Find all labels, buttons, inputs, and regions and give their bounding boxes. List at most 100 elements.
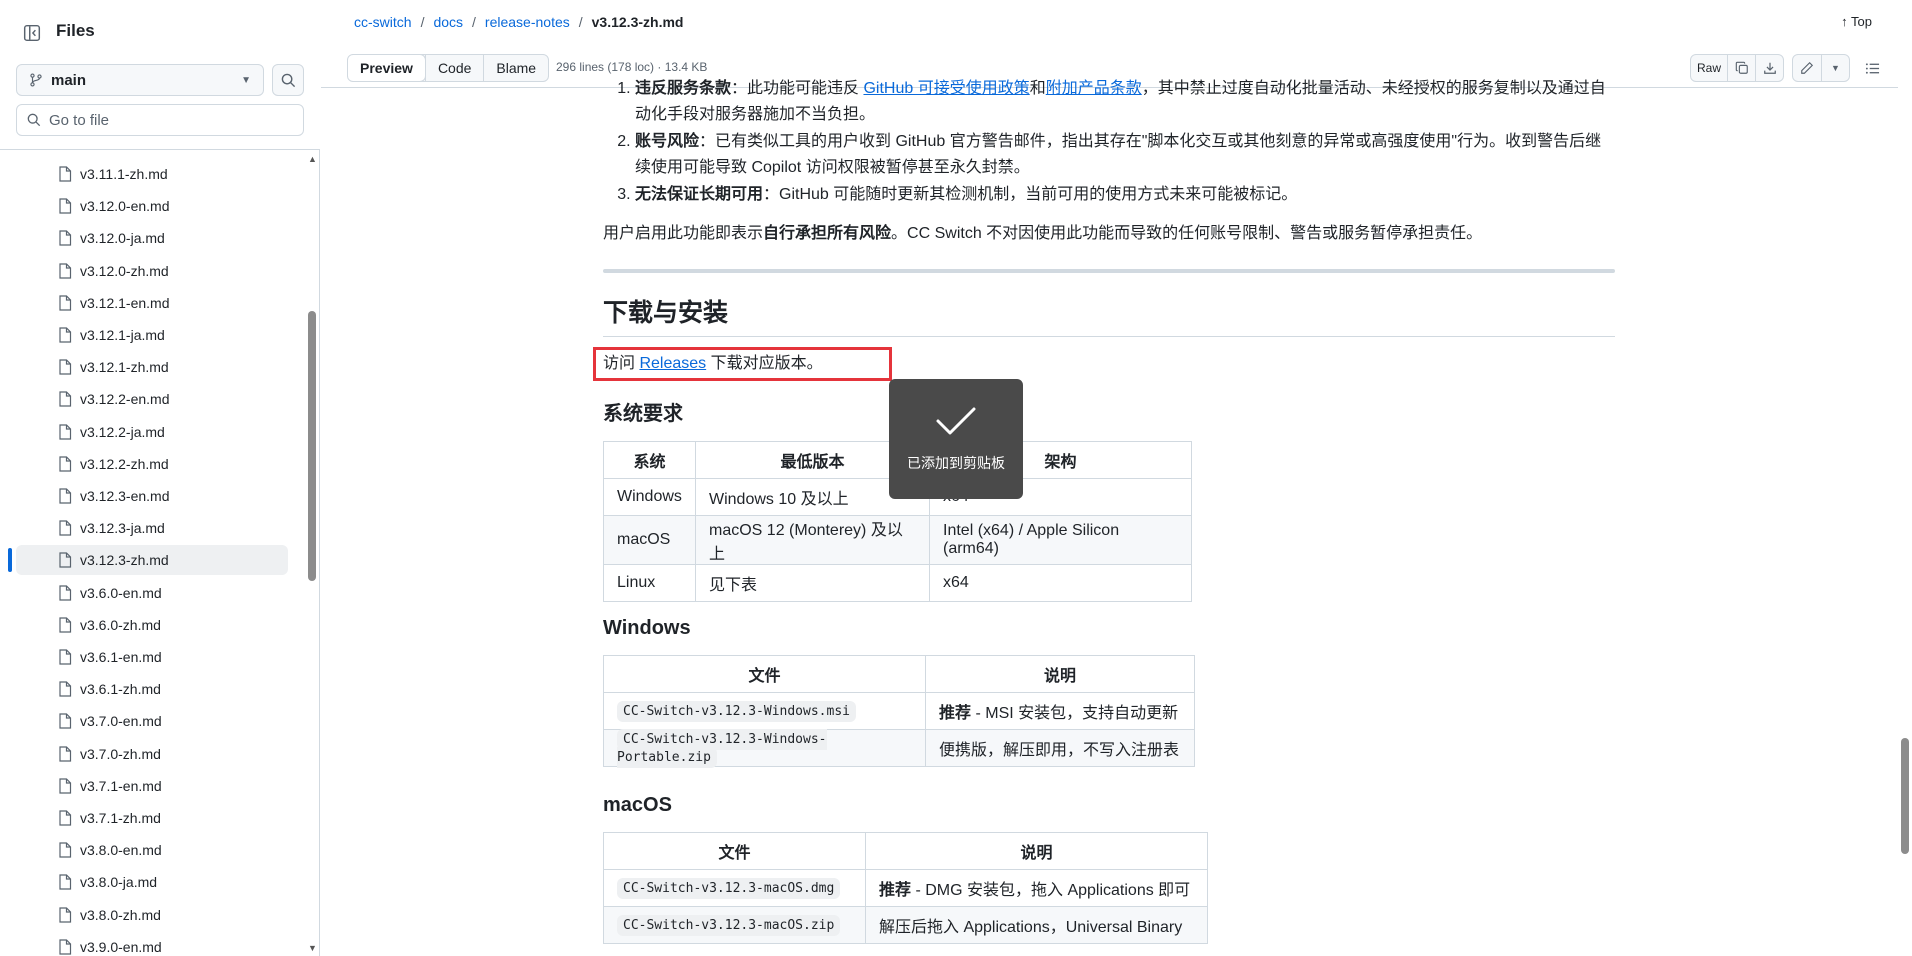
tab-code[interactable]: Code — [424, 55, 483, 81]
file-icon — [59, 939, 72, 955]
list-unordered-icon — [1865, 62, 1879, 74]
view-mode-tabs: Preview Code Blame — [347, 54, 550, 82]
sidebar-file-item[interactable]: v3.6.1-zh.md — [16, 674, 288, 704]
download-raw-button[interactable] — [1755, 55, 1783, 81]
copied-toast: 已添加到剪贴板 — [889, 379, 1023, 499]
sidebar-file-name: v3.7.1-zh.md — [80, 810, 161, 826]
sidebar-file-item[interactable]: v3.7.1-en.md — [16, 771, 288, 801]
sidebar-file-item[interactable]: v3.12.3-en.md — [16, 481, 288, 511]
sidebar-file-item[interactable]: v3.8.0-zh.md — [16, 900, 288, 930]
collapse-sidebar-button[interactable] — [16, 17, 48, 49]
git-branch-icon — [30, 73, 42, 87]
active-file-indicator — [8, 548, 12, 573]
table-header: 说明 — [865, 832, 1208, 870]
sidebar-file-item[interactable]: v3.12.3-ja.md — [16, 513, 288, 543]
table-cell: x64 — [929, 564, 1192, 602]
tab-preview[interactable]: Preview — [348, 55, 426, 81]
table-header: 文件 — [603, 832, 866, 870]
file-icon — [59, 520, 72, 536]
sidebar-file-item[interactable]: v3.12.2-zh.md — [16, 449, 288, 479]
risk-3-text: ：GitHub 可能随时更新其检测机制，当前可用的使用方式未来可能被标记。 — [763, 186, 1298, 203]
table-cell: Linux — [603, 564, 696, 602]
sidebar-file-name: v3.12.1-en.md — [80, 294, 170, 311]
sidebar-file-item[interactable]: v3.12.2-en.md — [16, 384, 288, 414]
table-row: CC-Switch-v3.12.3-macOS.dmg 推荐 - DMG 安装包… — [603, 869, 1208, 907]
sidebar-file-name: v3.12.1-zh.md — [80, 359, 169, 376]
outline-button[interactable] — [1858, 54, 1886, 82]
sidebar-file-item[interactable]: v3.11.1-zh.md — [16, 159, 288, 189]
sidebar-file-item[interactable]: v3.7.0-zh.md — [16, 739, 288, 769]
sidebar-scrollbar[interactable]: ▲ ▼ — [306, 151, 318, 956]
branch-selector[interactable]: main ▼ — [16, 64, 264, 96]
edit-file-button[interactable] — [1793, 55, 1821, 81]
back-to-top-button[interactable]: ↑ Top — [1841, 14, 1872, 29]
page-scrollbar[interactable] — [1898, 0, 1912, 956]
sidebar-file-item[interactable]: v3.12.0-ja.md — [16, 223, 288, 253]
sidebar-file-item[interactable]: v3.12.2-ja.md — [16, 417, 288, 447]
sidebar-file-name: v3.6.0-en.md — [80, 584, 162, 601]
table-cell: Intel (x64) / Apple Silicon (arm64) — [929, 515, 1192, 565]
sidebar-file-name: v3.7.0-en.md — [80, 713, 162, 730]
sidebar-file-item[interactable]: v3.12.0-zh.md — [16, 256, 288, 286]
tab-blame[interactable]: Blame — [483, 55, 548, 81]
sidebar-collapse-icon — [23, 24, 41, 42]
scroll-up-arrow-icon[interactable]: ▲ — [308, 154, 317, 164]
sidebar-file-item[interactable]: v3.8.0-en.md — [16, 835, 288, 865]
additional-product-terms-link[interactable]: 附加产品条款 — [1046, 80, 1142, 97]
go-to-file-input[interactable] — [49, 111, 279, 129]
sidebar-file-name: v3.6.1-zh.md — [80, 681, 161, 698]
sidebar-file-name: v3.12.2-zh.md — [80, 455, 169, 472]
file-icon — [59, 456, 72, 472]
sidebar-file-item[interactable]: v3.6.0-zh.md — [16, 610, 288, 640]
sidebar-file-name: v3.12.0-en.md — [80, 198, 170, 215]
table-row: CC-Switch-v3.12.3-macOS.zip 解压后拖入 Applic… — [603, 906, 1208, 944]
file-icon — [59, 295, 72, 311]
scroll-down-arrow-icon[interactable]: ▼ — [308, 943, 317, 953]
sidebar-file-name: v3.8.0-en.md — [80, 842, 162, 859]
download-icon — [1763, 62, 1776, 74]
sidebar-file-item[interactable]: v3.12.0-en.md — [16, 191, 288, 221]
search-files-button[interactable] — [272, 64, 304, 96]
table-cell: macOS — [603, 515, 696, 565]
checkmark-icon — [936, 407, 976, 435]
description-text: 便携版，解压即用，不写入注册表 — [939, 742, 1180, 759]
copy-raw-button[interactable] — [1727, 55, 1755, 81]
sidebar-file-item[interactable]: v3.8.0-ja.md — [16, 867, 288, 897]
file-icon — [59, 327, 72, 343]
list-item: 无法保证长期可用：GitHub 可能随时更新其检测机制，当前可用的使用方式未来可… — [635, 182, 1615, 208]
sidebar-file-item[interactable]: v3.7.1-zh.md — [16, 803, 288, 833]
sidebar-file-item[interactable]: v3.6.0-en.md — [16, 578, 288, 608]
raw-button[interactable]: Raw — [1691, 55, 1727, 81]
page-scrollbar-thumb[interactable] — [1901, 738, 1909, 854]
sidebar-file-item[interactable]: v3.9.0-en.md — [16, 932, 288, 956]
sidebar-file-name: v3.12.2-ja.md — [80, 423, 165, 440]
sidebar-file-name: v3.6.0-zh.md — [80, 616, 161, 633]
breadcrumb-separator: / — [578, 14, 583, 30]
sidebar-file-item[interactable]: v3.12.3-zh.md — [16, 545, 288, 576]
breadcrumb-repo-link[interactable]: cc-switch — [354, 14, 412, 30]
sidebar-file-name: v3.9.0-en.md — [80, 938, 162, 955]
sidebar-file-item[interactable]: v3.7.0-en.md — [16, 706, 288, 736]
sidebar-file-item[interactable]: v3.6.1-en.md — [16, 642, 288, 672]
table-cell: 解压后拖入 Applications，Universal Binary — [865, 906, 1208, 944]
sidebar-file-item[interactable]: v3.12.1-zh.md — [16, 352, 288, 382]
file-icon — [59, 874, 72, 890]
go-to-file-field[interactable] — [16, 104, 304, 136]
file-icon — [59, 810, 72, 826]
sidebar-file-name: v3.8.0-zh.md — [80, 906, 161, 923]
edit-options-dropdown[interactable]: ▼ — [1821, 55, 1849, 81]
sidebar-file-item[interactable]: v3.12.1-ja.md — [16, 320, 288, 350]
risk-3-title: 无法保证长期可用 — [635, 186, 764, 203]
file-icon — [59, 359, 72, 375]
table-row: CC-Switch-v3.12.3-Windows-Portable.zip 便… — [603, 729, 1195, 768]
acceptable-use-policy-link[interactable]: GitHub 可接受使用政策 — [863, 80, 1029, 97]
sidebar-file-item[interactable]: v3.12.1-en.md — [16, 288, 288, 318]
breadcrumb-release-notes-link[interactable]: release-notes — [485, 14, 570, 30]
sidebar-scrollbar-thumb[interactable] — [308, 311, 316, 581]
file-icon — [59, 681, 72, 697]
highlight-annotation-box — [593, 347, 892, 381]
windows-downloads-table: 文件 说明 CC-Switch-v3.12.3-Windows.msi 推荐 -… — [603, 655, 1195, 768]
search-icon — [27, 113, 41, 127]
windows-heading: Windows — [603, 617, 691, 639]
breadcrumb-docs-link[interactable]: docs — [433, 14, 463, 30]
